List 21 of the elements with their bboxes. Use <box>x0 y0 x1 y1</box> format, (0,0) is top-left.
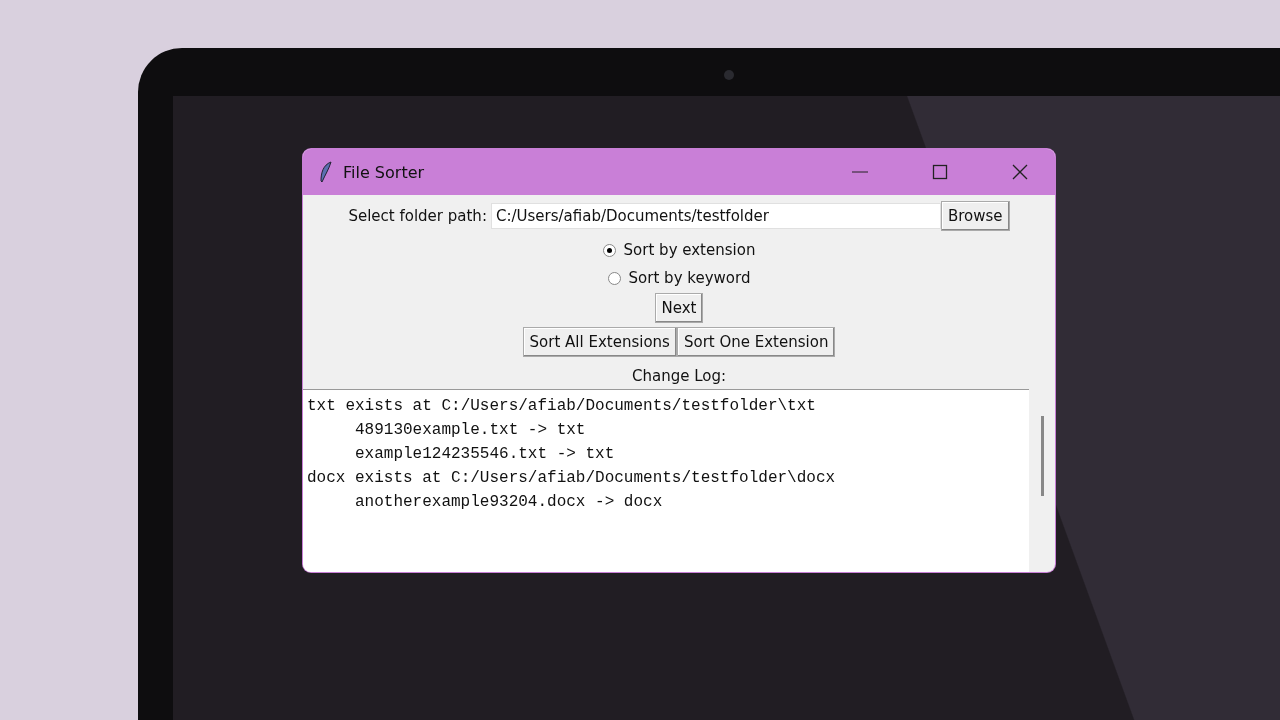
log-line: 489130example.txt -> txt <box>354 420 587 441</box>
maximize-icon <box>932 164 948 180</box>
change-log-label: Change Log: <box>631 367 726 385</box>
minimize-icon <box>852 171 868 173</box>
scrollbar-thumb[interactable] <box>1041 416 1044 496</box>
window-title: File Sorter <box>343 162 426 182</box>
next-button[interactable]: Next <box>654 293 704 323</box>
sort-button[interactable]: Sort One Extension <box>676 327 836 357</box>
folder-path-field[interactable]: C:/Users/afiab/Documents/testfolder <box>490 203 941 229</box>
sort-option-radio[interactable]: Sort by extension <box>602 241 756 259</box>
folder-path-label: Select folder path: <box>348 207 487 225</box>
log-line: docx exists at C:/Users/afiab/Documents/testfolder\docx <box>307 468 837 489</box>
browse-button[interactable]: Browse <box>940 201 1010 231</box>
sort-option-radio[interactable]: Sort by keyword <box>607 269 751 287</box>
log-line: txt exists at C:/Users/afiab/Documents/testfolder\txt <box>307 396 817 417</box>
log-line: anotherexample93204.docx -> docx <box>354 492 664 513</box>
feather-icon <box>319 161 333 183</box>
sort-button[interactable]: Sort All Extensions <box>522 327 677 357</box>
log-line: example124235546.txt -> txt <box>354 444 616 465</box>
close-icon <box>1012 164 1028 180</box>
camera-icon <box>724 70 734 80</box>
